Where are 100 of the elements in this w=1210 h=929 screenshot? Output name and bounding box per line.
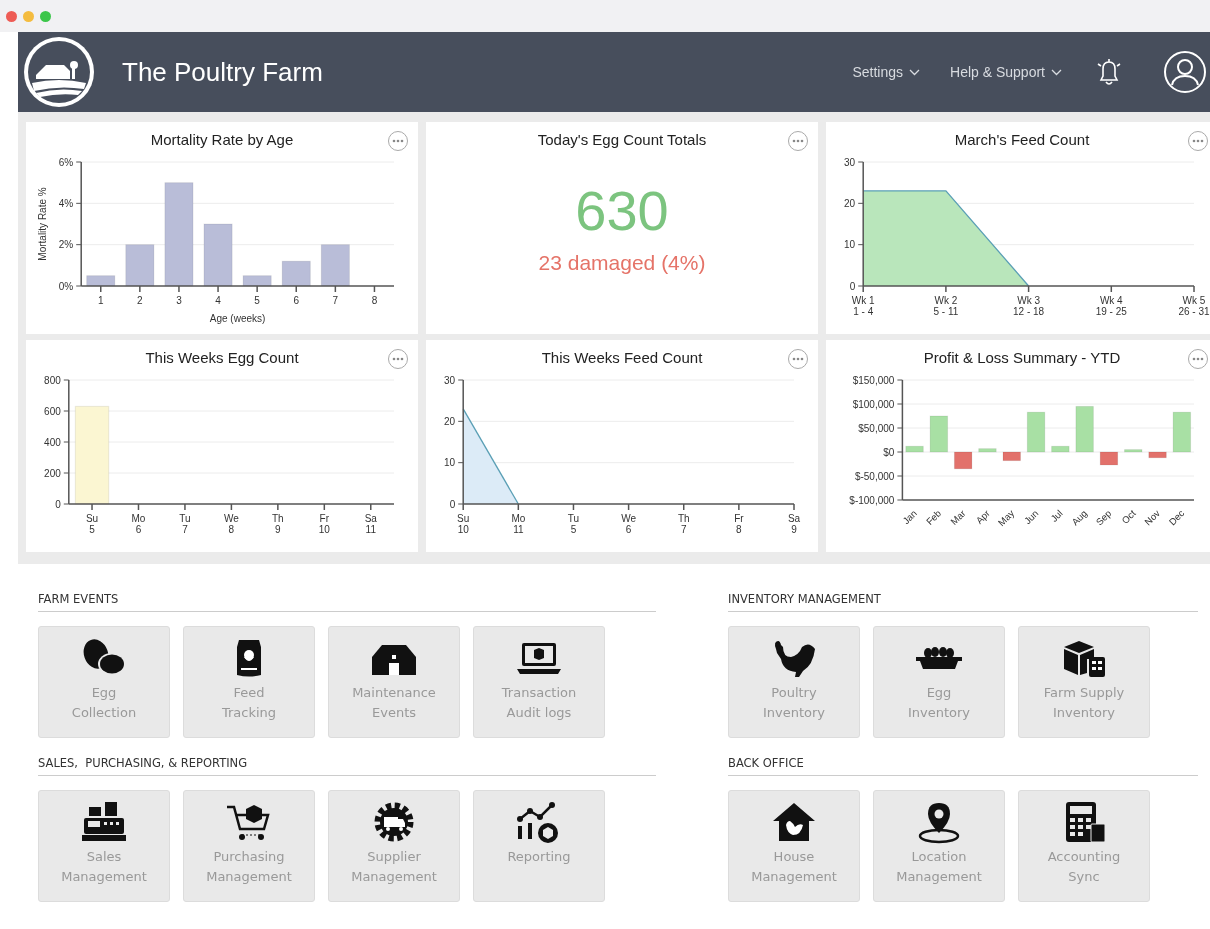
axis-label: Fr 10	[318, 513, 330, 535]
card-title: Profit & Loss Summary - YTD	[923, 349, 1121, 366]
section-heading: INVENTORY MANAGEMENT	[728, 592, 1198, 612]
axis-label: Mar	[948, 507, 968, 527]
axis-label: 0	[449, 498, 456, 510]
app-title: The Poultry Farm	[122, 56, 323, 88]
axis-label: Th 7	[677, 513, 690, 535]
axis-label: Th 9	[272, 513, 284, 535]
axis-label: Tu 5	[567, 513, 580, 535]
more-button[interactable]	[388, 131, 408, 151]
module-tile[interactable]: Purchasing Management	[183, 790, 315, 902]
section-heading: SALES, PURCHASING, & REPORTING	[38, 756, 656, 776]
ellipsis-icon	[792, 357, 804, 361]
bar	[1051, 445, 1070, 453]
ellipsis-icon	[792, 139, 804, 143]
ellipsis-icon	[392, 357, 404, 361]
ellipsis-icon	[1192, 139, 1204, 143]
axis-label: 400	[44, 436, 61, 448]
user-icon[interactable]	[1162, 49, 1208, 95]
axis-label: Wk 3 12 - 18	[1013, 295, 1045, 317]
axis-label: 4%	[58, 197, 74, 209]
module-tile[interactable]: Reporting	[473, 790, 605, 902]
axis-label: Wk 2 5 - 11	[933, 295, 959, 317]
axis-label: 2%	[58, 239, 74, 251]
close-dot[interactable]	[6, 10, 17, 22]
nav-menu[interactable]: Settings	[852, 64, 921, 80]
axis-label: Jan	[900, 507, 919, 527]
axis-label: Jul	[1048, 507, 1065, 524]
axis-label: Mo 11	[511, 513, 526, 535]
axis-label: 0	[849, 280, 856, 292]
module-tile[interactable]: Poultry Inventory	[728, 626, 860, 738]
axis-label: Mo 6	[131, 513, 146, 535]
axis-label: $-100,000	[849, 494, 895, 506]
module-tile[interactable]: Transaction Audit logs	[473, 626, 605, 738]
bar	[125, 244, 155, 287]
axis-label: 8	[371, 295, 378, 306]
axis-label: Tu 7	[179, 513, 191, 535]
axis-label: 6	[293, 295, 300, 306]
egg-count-value: 630	[575, 178, 669, 243]
module-tile[interactable]: Location Management	[873, 790, 1005, 902]
axis-label: 600	[44, 405, 61, 417]
section-heading: BACK OFFICE	[728, 756, 1198, 776]
bar	[1099, 451, 1119, 466]
axis-label: 6%	[58, 156, 74, 168]
axis-label: 30	[444, 374, 456, 386]
bar	[1026, 411, 1046, 453]
axis-label: 2	[137, 295, 143, 306]
axis-label: Apr	[973, 507, 992, 526]
damaged-count: 23 damaged (4%)	[538, 251, 706, 275]
axis-label: 30	[844, 156, 856, 168]
more-button[interactable]	[1188, 131, 1208, 151]
module-tile[interactable]: Egg Collection	[38, 626, 170, 738]
axis-label: $-50,000	[854, 470, 895, 482]
axis-label: Dec	[1166, 507, 1187, 528]
axis-label: 7	[332, 295, 339, 306]
module-tile[interactable]: House Management	[728, 790, 860, 902]
more-button[interactable]	[388, 349, 408, 369]
axis-label: 10	[844, 239, 856, 251]
section-heading: FARM EVENTS	[38, 592, 656, 612]
nav-menu[interactable]: Help & Support	[950, 64, 1062, 80]
axis-label: May	[995, 507, 1017, 529]
bar	[203, 223, 233, 287]
ellipsis-icon	[1192, 357, 1204, 361]
axis-label: Su 10	[457, 513, 470, 535]
bar	[929, 415, 949, 453]
axis-label: Wk 5 26 - 31	[1178, 295, 1210, 317]
axis-label: 20	[844, 197, 856, 209]
bar	[86, 275, 116, 287]
bar	[1148, 451, 1167, 459]
card-title: This Weeks Feed Count	[541, 349, 703, 366]
axis-label: 20	[444, 415, 456, 427]
module-tile[interactable]: Feed Tracking	[183, 626, 315, 738]
axis-label: $100,000	[852, 398, 895, 410]
axis-label: Fr 8	[734, 513, 744, 535]
more-button[interactable]	[1188, 349, 1208, 369]
axis-label: Sa 11	[364, 513, 377, 535]
card-title: Today's Egg Count Totals	[537, 131, 707, 148]
module-tile[interactable]: Sales Management	[38, 790, 170, 902]
bar	[1002, 451, 1021, 462]
bar	[1172, 411, 1192, 453]
axis-label: We 6	[621, 513, 636, 535]
module-tile[interactable]: Supplier Management	[328, 790, 460, 902]
zoom-dot[interactable]	[40, 10, 51, 22]
axis-label: 4	[215, 295, 221, 306]
chevron-down-icon	[1051, 68, 1062, 76]
axis-label: Su 5	[85, 513, 99, 535]
axis-label: Oct	[1119, 507, 1138, 526]
module-tile[interactable]: Maintenance Events	[328, 626, 460, 738]
axis-label: $150,000	[852, 374, 895, 386]
more-button[interactable]	[788, 131, 808, 151]
axis-label: 3	[176, 295, 182, 306]
minimize-dot[interactable]	[23, 10, 34, 22]
module-tile[interactable]: Accounting Sync	[1018, 790, 1150, 902]
axis-label: 1	[97, 295, 104, 306]
axis-label: $0	[883, 446, 895, 458]
axis-label: Sa 9	[787, 513, 801, 535]
module-tile[interactable]: Egg Inventory	[873, 626, 1005, 738]
module-tile[interactable]: Farm Supply Inventory	[1018, 626, 1150, 738]
more-button[interactable]	[788, 349, 808, 369]
ellipsis-icon	[392, 139, 404, 143]
